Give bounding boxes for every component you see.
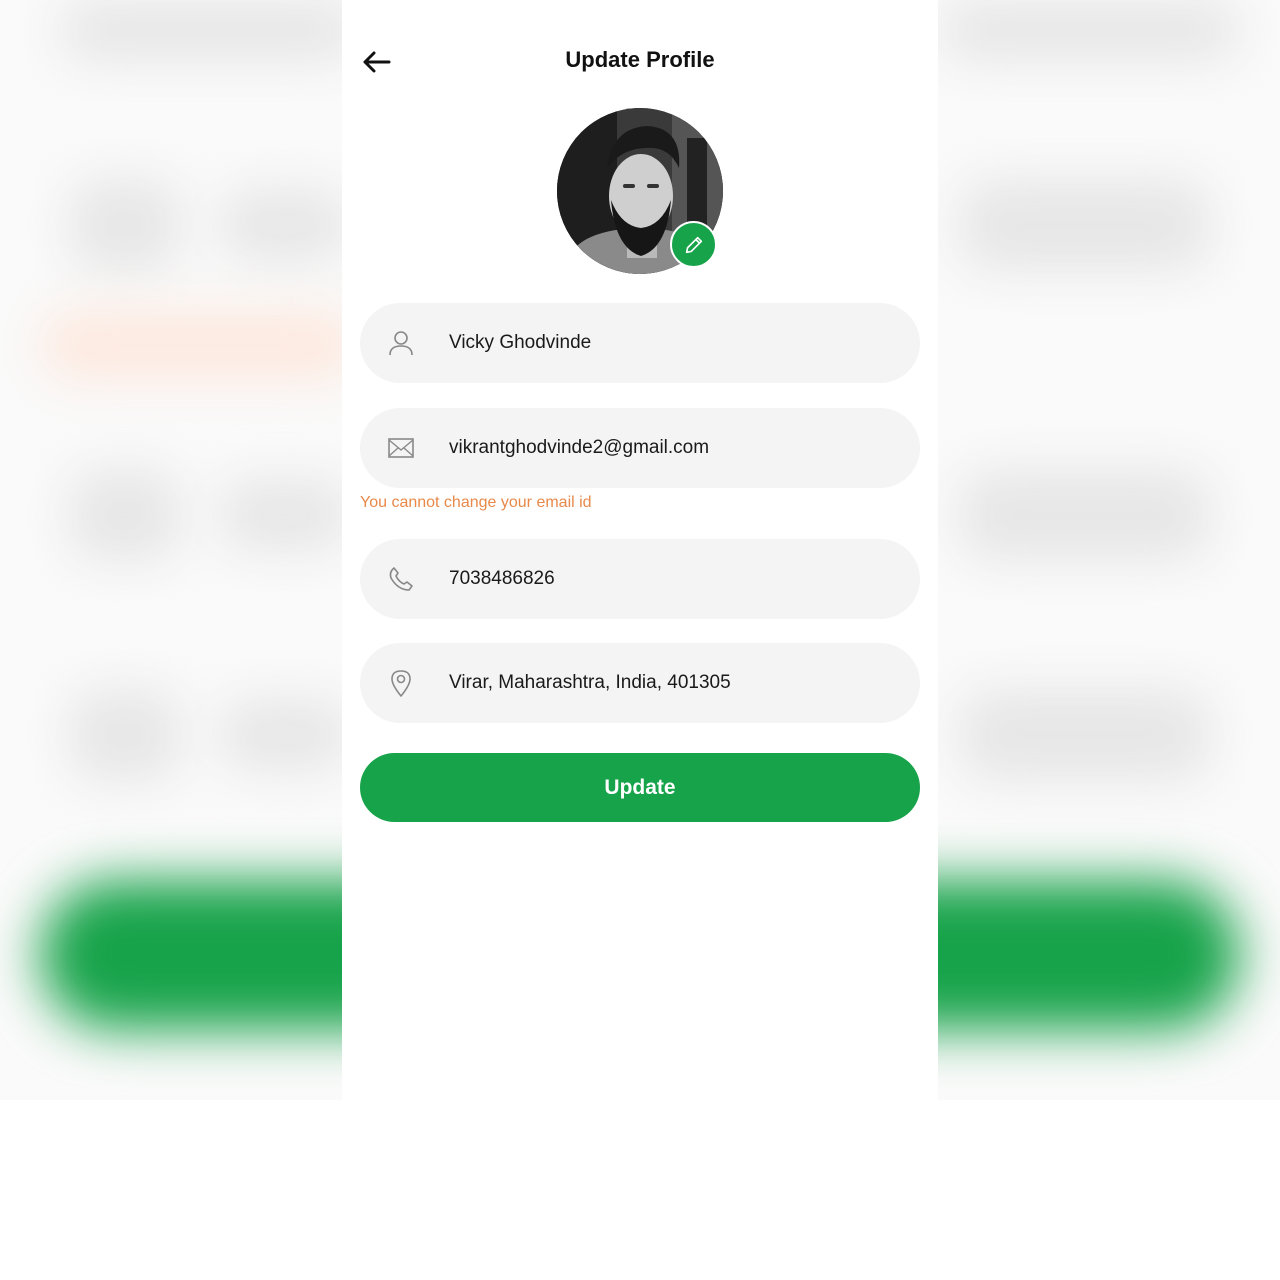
phone-value[interactable]: 7038486826 <box>449 568 555 590</box>
update-button[interactable]: Update <box>360 753 920 822</box>
name-field[interactable]: Vicky Ghodvinde <box>360 303 920 383</box>
address-value[interactable]: Virar, Maharashtra, India, 401305 <box>449 672 731 694</box>
update-profile-screen: Update Profile Vicky Ghodvinde vikrantgh… <box>342 0 938 1100</box>
phone-icon <box>388 566 414 592</box>
email-field: vikrantghodvinde2@gmail.com <box>360 408 920 488</box>
email-value: vikrantghodvinde2@gmail.com <box>449 437 710 458</box>
pencil-icon <box>685 236 702 253</box>
user-icon <box>388 330 414 356</box>
name-value[interactable]: Vicky Ghodvinde <box>449 332 591 354</box>
location-pin-icon <box>388 670 414 697</box>
page-title: Update Profile <box>565 47 715 72</box>
phone-field[interactable]: 7038486826 <box>360 539 920 619</box>
address-field[interactable]: Virar, Maharashtra, India, 401305 <box>360 643 920 723</box>
email-hint: You cannot change your email id <box>360 494 592 511</box>
edit-avatar-button[interactable] <box>670 221 717 268</box>
mail-icon <box>388 435 414 461</box>
